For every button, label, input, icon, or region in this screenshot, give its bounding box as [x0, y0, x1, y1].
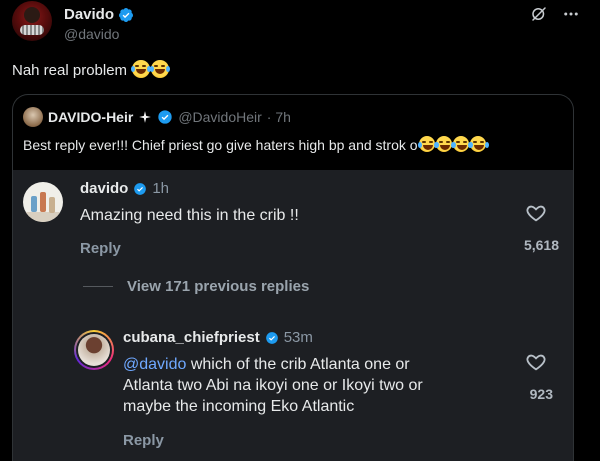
rofl-emoji-icon — [417, 136, 435, 152]
view-previous-label: View 171 previous replies — [127, 278, 310, 295]
quoted-post-text-content: Best reply ever!!! Chief priest go give … — [23, 137, 418, 153]
comment-header: davido 1h — [80, 180, 169, 197]
verified-badge-icon — [265, 331, 278, 344]
comment-header: cubana_chiefpriest 53m — [123, 329, 313, 346]
post-text-content: Nah real problem — [12, 62, 128, 79]
quoted-author-avatar[interactable] — [23, 107, 43, 127]
quoted-post-header: DAVIDO-Heir @DavidoHeir · 7h — [23, 107, 291, 127]
rofl-emoji-icon — [468, 136, 486, 152]
mention-link: @davido — [123, 356, 187, 373]
post-header: Davido @davido — [0, 0, 600, 52]
commenter-avatar — [23, 182, 63, 222]
like-count: 923 — [529, 386, 553, 402]
verified-badge-icon — [119, 7, 134, 22]
quoted-post-text: Best reply ever!!! Chief priest go give … — [23, 136, 486, 153]
author-handle[interactable]: @davido — [64, 26, 119, 42]
comment-text-line: which of the crib Atlanta one or — [186, 356, 410, 373]
author-name[interactable]: Davido — [64, 6, 114, 23]
reply-button: Reply — [123, 432, 164, 449]
like-count: 5,618 — [523, 237, 559, 253]
author-avatar[interactable] — [12, 1, 52, 41]
header-actions — [530, 5, 580, 23]
comment-time: 53m — [283, 329, 313, 346]
post-text: Nah real problem — [12, 60, 170, 79]
rofl-emoji-icon — [451, 136, 469, 152]
comment-text-line: maybe the incoming Eko Atlantic — [123, 398, 355, 415]
heart-icon — [526, 354, 546, 371]
grok-icon[interactable] — [530, 5, 548, 23]
comment-username: cubana_chiefpriest — [123, 329, 260, 346]
quoted-post[interactable]: DAVIDO-Heir @DavidoHeir · 7h Best reply … — [12, 94, 574, 461]
comment-time: 1h — [152, 180, 170, 197]
verified-badge-icon — [158, 110, 172, 124]
heart-icon — [526, 205, 546, 222]
reply-button: Reply — [80, 240, 121, 257]
view-previous-replies: View 171 previous replies — [83, 278, 309, 295]
author-name-line: Davido — [64, 6, 134, 23]
rofl-emoji-icon — [434, 136, 452, 152]
commenter-avatar — [74, 330, 114, 370]
sparkle-icon — [139, 111, 152, 123]
comment-text-line: Atlanta two Abi na ikoyi one or Ikoyi tw… — [123, 377, 423, 394]
comment-text: Amazing need this in the crib !! — [80, 207, 299, 224]
verified-badge-icon — [134, 182, 147, 195]
laughing-emoji-icon — [150, 60, 170, 78]
quoted-author-name[interactable]: DAVIDO-Heir — [48, 109, 133, 125]
comment-text: @davido which of the crib Atlanta one or… — [123, 354, 423, 417]
comment-username: davido — [80, 180, 129, 197]
quoted-post-time: · 7h — [266, 109, 291, 125]
comments-screenshot: davido 1h Amazing need this in the crib … — [13, 170, 573, 461]
quoted-author-handle[interactable]: @DavidoHeir — [178, 109, 261, 125]
more-icon[interactable] — [562, 5, 580, 23]
laughing-emoji-icon — [131, 60, 151, 78]
